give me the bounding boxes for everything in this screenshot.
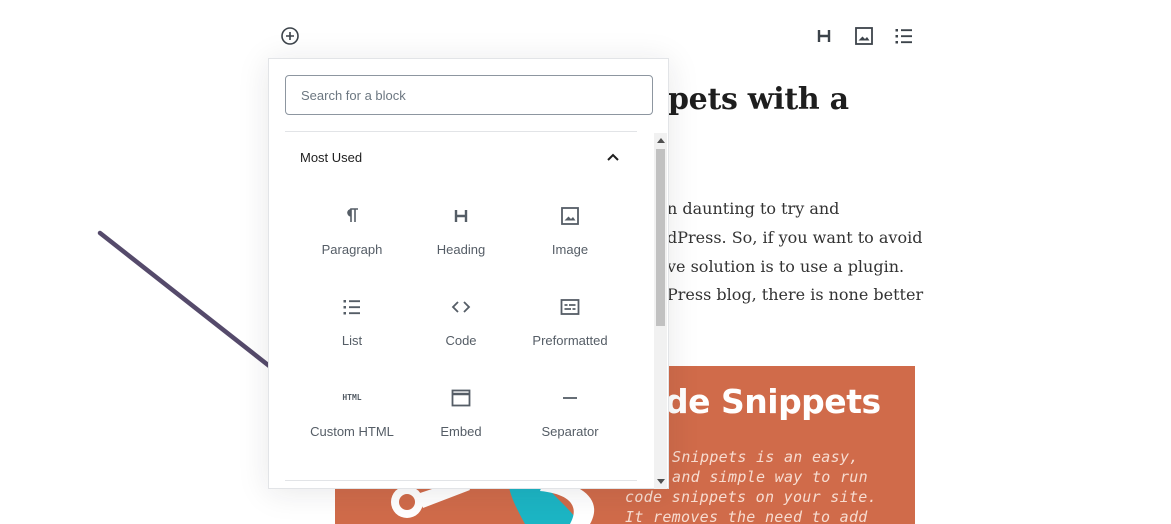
block-list[interactable]: List <box>299 291 405 373</box>
block-code[interactable]: Code <box>408 291 514 373</box>
block-label: Custom HTML <box>310 424 394 439</box>
panel-title: Most Used <box>300 150 363 165</box>
image-icon <box>561 207 579 225</box>
block-paragraph[interactable]: Paragraph <box>299 200 405 282</box>
list-icon <box>343 300 360 315</box>
block-preformatted[interactable]: Preformatted <box>517 291 623 373</box>
divider <box>285 480 637 481</box>
block-heading[interactable]: Heading <box>408 200 514 282</box>
chevron-up-icon <box>607 153 619 161</box>
block-label: Image <box>551 242 589 257</box>
block-label: Paragraph <box>321 242 383 257</box>
block-label: Heading <box>436 242 486 257</box>
block-label: Code <box>445 333 477 348</box>
block-inserter-popover: Most Used Paragraph Heading Image <box>268 58 669 489</box>
block-label: Separator <box>541 424 599 439</box>
block-label: Embed <box>440 424 482 439</box>
block-custom-html[interactable]: HTML Custom HTML <box>299 382 405 464</box>
scrollbar-thumb[interactable] <box>656 149 665 326</box>
scroll-down-arrow[interactable] <box>657 479 665 484</box>
block-separator[interactable]: Separator <box>517 382 623 464</box>
html-icon: HTML <box>342 393 362 402</box>
embed-icon <box>451 389 471 407</box>
code-icon <box>451 301 471 313</box>
block-label: List <box>341 333 363 348</box>
most-used-panel-toggle[interactable]: Most Used <box>285 132 637 182</box>
block-search-input[interactable] <box>285 75 653 115</box>
paragraph-icon <box>347 208 358 222</box>
heading-icon <box>454 210 468 222</box>
block-embed[interactable]: Embed <box>408 382 514 464</box>
block-label: Preformatted <box>532 333 608 348</box>
separator-icon <box>563 397 577 399</box>
scroll-up-arrow[interactable] <box>657 138 665 143</box>
preformatted-icon <box>560 299 580 315</box>
block-image[interactable]: Image <box>517 200 623 282</box>
inserter-scrollbar[interactable] <box>654 133 667 489</box>
